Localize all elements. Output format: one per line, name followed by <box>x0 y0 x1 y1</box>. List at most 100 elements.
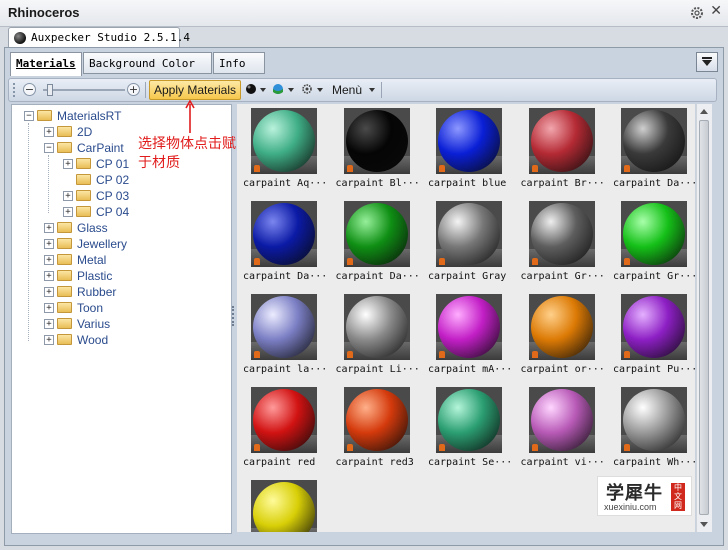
material-sphere <box>623 203 685 265</box>
material-thumbnail[interactable]: carpaint red3 <box>330 383 422 473</box>
sphere-preview-icon[interactable] <box>245 83 257 95</box>
tab-materials-label: Materials <box>16 57 76 70</box>
material-tag-icon <box>531 165 538 172</box>
material-tag-icon <box>624 444 630 451</box>
panel-menu-button[interactable] <box>696 52 718 72</box>
material-preview <box>436 387 502 453</box>
material-sphere <box>438 389 500 451</box>
material-preview <box>343 294 410 360</box>
tab-materials[interactable]: Materials <box>10 52 82 76</box>
zoom-out-button[interactable]: − <box>23 83 36 96</box>
tree-item-label: Rubber <box>77 285 117 299</box>
window-title: Rhinoceros <box>8 5 80 20</box>
separator <box>381 82 382 98</box>
tree-expander[interactable]: + <box>44 303 54 313</box>
material-thumbnail[interactable]: carpaint Gr··· <box>607 197 695 287</box>
material-preview <box>528 387 595 453</box>
folder-icon <box>57 270 72 281</box>
tree-expander[interactable]: + <box>44 319 54 329</box>
material-thumbnail[interactable]: carpaint Da··· <box>237 197 329 287</box>
gear-icon[interactable] <box>690 6 704 20</box>
tree-expander[interactable]: + <box>44 239 54 249</box>
tree-item-label: Toon <box>77 301 104 315</box>
tree-expander[interactable]: + <box>63 159 73 169</box>
material-sphere <box>253 203 315 265</box>
material-thumbnail[interactable]: carpaint Bl··· <box>330 104 422 194</box>
material-sphere <box>253 482 315 532</box>
material-thumbnail[interactable]: carpaint Da··· <box>607 104 695 194</box>
folder-icon <box>76 190 91 201</box>
material-tag-icon <box>531 351 538 358</box>
zoom-in-button[interactable]: + <box>127 83 140 96</box>
toolbar-grip[interactable] <box>13 83 17 97</box>
tree-expander[interactable]: − <box>24 111 34 121</box>
light-settings-icon[interactable] <box>301 83 313 95</box>
toolbar-menu[interactable]: Menù <box>332 83 362 97</box>
material-sphere <box>530 389 593 451</box>
close-icon[interactable]: ✕ <box>710 3 722 19</box>
material-preview <box>528 108 595 174</box>
material-thumbnail[interactable]: carpaint Li··· <box>330 290 422 380</box>
chevron-down-icon[interactable] <box>260 88 266 92</box>
material-thumbnail[interactable]: carpaint Aq··· <box>237 104 329 194</box>
material-name: carpaint Gr··· <box>613 271 695 282</box>
scroll-up-icon[interactable] <box>700 109 708 114</box>
tree-expander[interactable]: + <box>44 223 54 233</box>
material-thumbnail[interactable]: carpaint mA··· <box>422 290 514 380</box>
chevron-down-icon[interactable] <box>288 88 294 92</box>
folder-icon <box>57 318 72 329</box>
material-preview <box>436 108 502 174</box>
material-preview <box>251 480 317 532</box>
tree-expander[interactable]: + <box>44 287 54 297</box>
environment-icon[interactable] <box>272 83 284 95</box>
material-tag-icon <box>346 165 353 172</box>
tree-expander[interactable]: + <box>63 191 73 201</box>
material-thumbnail[interactable]: carpaint Gr··· <box>515 197 607 287</box>
tree-guide <box>28 123 29 341</box>
material-preview <box>528 294 595 360</box>
material-tag-icon <box>346 258 353 265</box>
material-thumbnail[interactable]: carpaint blue <box>422 104 514 194</box>
material-thumbnail[interactable]: carpaint Da··· <box>330 197 422 287</box>
material-sphere <box>438 203 500 265</box>
material-thumbnail[interactable]: carpaint red <box>237 383 329 473</box>
scrollbar-thumb[interactable] <box>699 120 709 515</box>
tab-info-label: Info <box>219 57 246 70</box>
material-thumbnail[interactable]: carpaint Se··· <box>422 383 514 473</box>
material-thumbnail[interactable]: carpaint Pu··· <box>607 290 695 380</box>
thumbnail-size-slider[interactable] <box>43 89 125 91</box>
annotation-arrow-icon <box>185 100 195 133</box>
material-tag-icon <box>254 258 260 265</box>
tree-expander[interactable]: + <box>44 127 54 137</box>
material-tag-icon <box>624 351 630 358</box>
studio-logo-icon <box>14 32 26 44</box>
material-thumbnail[interactable]: carpaint vi··· <box>515 383 607 473</box>
folder-icon <box>57 238 72 249</box>
material-thumbnail[interactable]: carpaint Wh··· <box>607 383 695 473</box>
vertical-scrollbar[interactable] <box>696 104 712 532</box>
tree-expander[interactable]: + <box>44 335 54 345</box>
tree-expander[interactable]: + <box>63 207 73 217</box>
material-sphere <box>253 296 315 358</box>
tree-expander[interactable]: − <box>44 143 54 153</box>
tree-expander[interactable]: + <box>44 271 54 281</box>
watermark-seal: 中文网 <box>671 483 685 511</box>
material-thumbnail[interactable]: carpaint la··· <box>237 290 329 380</box>
slider-thumb[interactable] <box>47 84 53 96</box>
tab-background-color[interactable]: Background Color <box>83 52 212 74</box>
material-preview <box>251 201 317 267</box>
tree-expander[interactable]: + <box>44 255 54 265</box>
tree-item-label: CP 03 <box>96 189 130 203</box>
scroll-down-icon[interactable] <box>700 522 708 527</box>
material-sphere <box>530 110 593 172</box>
chevron-down-icon[interactable] <box>369 88 375 92</box>
chevron-down-icon[interactable] <box>317 88 323 92</box>
material-thumbnail[interactable] <box>237 476 329 532</box>
material-thumbnail[interactable]: carpaint Br··· <box>515 104 607 194</box>
splitter-handle[interactable] <box>232 306 236 326</box>
material-thumbnail[interactable]: carpaint Gray <box>422 197 514 287</box>
tab-info[interactable]: Info <box>213 52 265 74</box>
apply-materials-button[interactable]: Apply Materials <box>149 80 241 100</box>
material-thumbnail[interactable]: carpaint or··· <box>515 290 607 380</box>
document-tab[interactable]: Auxpecker Studio 2.5.1.4 <box>8 27 190 48</box>
